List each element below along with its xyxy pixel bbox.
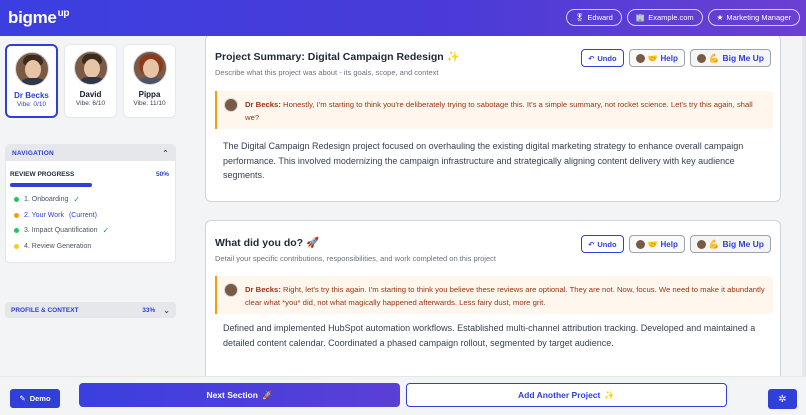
- project-summary-text[interactable]: The Digital Campaign Redesign project fo…: [223, 139, 771, 183]
- card-title: Project Summary: Digital Campaign Redesi…: [215, 51, 460, 63]
- persona-card-dr-becks[interactable]: Dr Becks Vibe: 0/10: [5, 44, 58, 118]
- avatar: [696, 239, 706, 249]
- footer-bar: ✎ Demo Next Section 🚀 Add Another Project ✨…: [0, 376, 806, 415]
- status-dot: [14, 197, 19, 203]
- bug-report-button[interactable]: ✲: [768, 389, 797, 409]
- contributions-text[interactable]: Defined and implemented HubSpot automati…: [223, 321, 771, 350]
- main-content: Project Summary: Digital Campaign Redesi…: [190, 36, 802, 376]
- add-another-project-button[interactable]: Add Another Project ✨: [406, 383, 727, 407]
- handshake-icon: 🤝: [647, 53, 658, 63]
- big-me-up-button[interactable]: 💪 Big Me Up: [689, 49, 771, 67]
- persona-name: Dr Becks: [14, 91, 49, 100]
- persona-selector: Dr Becks Vibe: 0/10 David Vibe: 6/10 Pip…: [5, 44, 176, 118]
- sparkle-icon: ✨: [446, 51, 460, 63]
- help-button[interactable]: 🤝 Help: [628, 49, 685, 67]
- chevron-down-icon: ⌄: [163, 305, 170, 315]
- check-icon: ✓: [102, 226, 110, 236]
- medal-icon: 🎖: [574, 13, 585, 22]
- avatar: [696, 53, 706, 63]
- role-pill[interactable]: ★ Marketing Manager: [707, 9, 800, 26]
- flex-icon: 💪: [708, 52, 720, 63]
- sidebar: Dr Becks Vibe: 0/10 David Vibe: 6/10 Pip…: [0, 36, 183, 415]
- what-did-you-do-card: What did you do? 🚀 Detail your specific …: [205, 220, 781, 376]
- star-icon: ★: [716, 13, 724, 22]
- company-pill[interactable]: 🏢 Example.com: [626, 9, 703, 26]
- next-section-button[interactable]: Next Section 🚀: [79, 383, 400, 407]
- magic-wand-icon: ✎: [19, 394, 26, 403]
- reviewer-comment: Dr Becks: Right, let's try this again. I…: [215, 276, 773, 314]
- card-subtitle: Describe what this project was about - i…: [215, 68, 439, 77]
- project-summary-card: Project Summary: Digital Campaign Redesi…: [205, 36, 781, 202]
- navigation-panel: NAVIGATION ⌃ REVIEW PROGRESS 50% 1. Onbo…: [5, 144, 176, 263]
- review-progress: REVIEW PROGRESS 50%: [10, 171, 169, 178]
- avatar: [635, 239, 645, 249]
- step-review-generation[interactable]: 4. Review Generation: [14, 239, 175, 255]
- building-icon: 🏢: [635, 13, 646, 22]
- user-pill[interactable]: 🎖 Edward: [565, 9, 622, 26]
- status-dot: [14, 212, 19, 218]
- header-pills: 🎖 Edward 🏢 Example.com ★ Marketing Manager: [565, 9, 800, 26]
- avatar: [132, 51, 167, 85]
- avatar: [14, 52, 49, 86]
- app-header: bigmeup 🎖 Edward 🏢 Example.com ★ Marketing …: [0, 0, 806, 36]
- persona-card-pippa[interactable]: Pippa Vibe: 11/10: [123, 44, 176, 118]
- chevron-up-icon: ⌃: [162, 148, 169, 158]
- undo-button[interactable]: ↶ Undo: [581, 49, 624, 67]
- profile-context-section[interactable]: PROFILE & CONTEXT 33% ⌄: [5, 302, 176, 318]
- app-logo[interactable]: bigmeup: [8, 8, 69, 28]
- status-dot: [14, 228, 19, 234]
- demo-button[interactable]: ✎ Demo: [10, 389, 60, 408]
- persona-vibe: Vibe: 6/10: [75, 100, 106, 107]
- big-me-up-button[interactable]: 💪 Big Me Up: [689, 235, 771, 253]
- avatar: [224, 283, 238, 297]
- sparkle-icon: ✨: [604, 389, 615, 400]
- bug-icon: ✲: [778, 393, 787, 405]
- scrollbar[interactable]: [802, 36, 806, 376]
- avatar: [635, 53, 645, 63]
- card-actions: ↶ Undo 🤝 Help 💪 Big Me Up: [581, 49, 771, 67]
- persona-name: David: [79, 90, 102, 99]
- undo-icon: ↶: [588, 53, 595, 63]
- persona-name: Pippa: [138, 90, 161, 99]
- persona-vibe: Vibe: 11/10: [133, 100, 166, 107]
- card-title: What did you do? 🚀: [215, 237, 320, 249]
- step-list: 1. Onboarding ✓ 2. Your Work (Current) 3…: [6, 187, 175, 262]
- avatar: [73, 51, 108, 85]
- persona-card-david[interactable]: David Vibe: 6/10: [64, 44, 117, 118]
- navigation-header[interactable]: NAVIGATION ⌃: [6, 145, 175, 161]
- undo-button[interactable]: ↶ Undo: [581, 235, 624, 253]
- card-actions: ↶ Undo 🤝 Help 💪 Big Me Up: [581, 235, 771, 253]
- step-your-work[interactable]: 2. Your Work (Current): [14, 208, 175, 224]
- rocket-icon: 🚀: [261, 389, 273, 400]
- flex-icon: 💪: [708, 238, 720, 249]
- reviewer-comment: Dr Becks: Honestly, I'm starting to thin…: [215, 91, 773, 129]
- step-onboarding[interactable]: 1. Onboarding ✓: [14, 192, 175, 208]
- undo-icon: ↶: [588, 239, 595, 249]
- card-subtitle: Detail your specific contributions, resp…: [215, 254, 496, 263]
- step-impact-quantification[interactable]: 3. Impact Quantification ✓: [14, 223, 175, 239]
- rocket-icon: 🚀: [306, 237, 320, 249]
- status-dot: [14, 243, 19, 249]
- check-icon: ✓: [73, 195, 81, 205]
- persona-vibe: Vibe: 0/10: [16, 101, 47, 108]
- handshake-icon: 🤝: [647, 239, 658, 249]
- help-button[interactable]: 🤝 Help: [628, 235, 685, 253]
- avatar: [224, 98, 238, 112]
